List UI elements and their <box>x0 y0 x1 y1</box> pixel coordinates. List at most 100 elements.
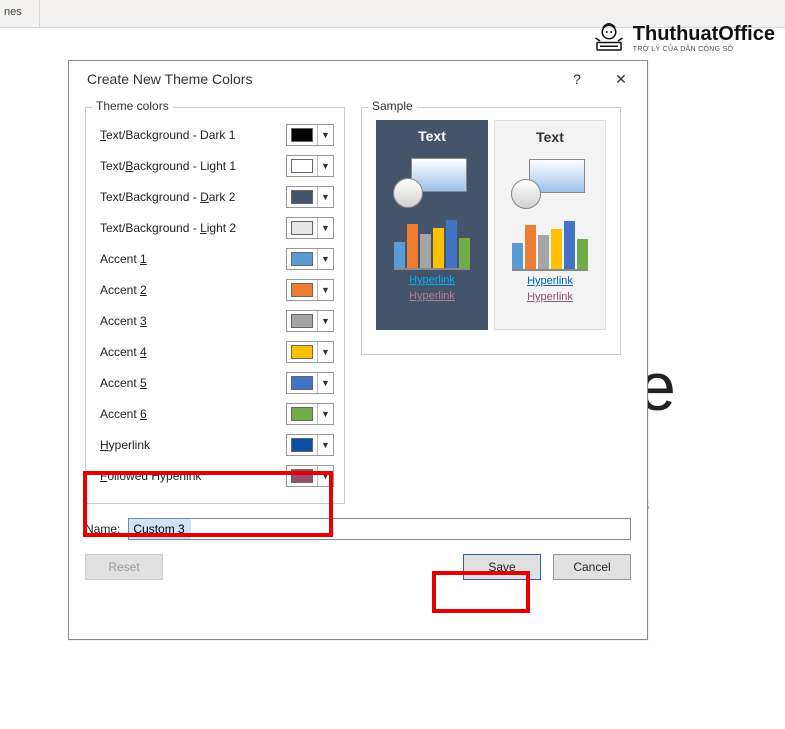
sample-bar <box>394 242 405 268</box>
theme-color-row: Accent 3 ▼ <box>96 307 334 335</box>
theme-color-label: Hyperlink <box>96 438 286 452</box>
color-picker-button[interactable]: ▼ <box>286 465 334 487</box>
sample-bar <box>459 238 470 268</box>
theme-color-label: Followed Hyperlink <box>96 469 286 483</box>
theme-color-label: Accent 1 <box>96 252 286 266</box>
color-swatch <box>291 159 313 173</box>
color-swatch <box>291 407 313 421</box>
theme-color-row: Text/Background - Dark 1 ▼ <box>96 121 334 149</box>
theme-color-row: Text/Background - Dark 2 ▼ <box>96 183 334 211</box>
dialog-title: Create New Theme Colors <box>87 71 555 87</box>
color-picker-button[interactable]: ▼ <box>286 155 334 177</box>
color-swatch <box>291 469 313 483</box>
dropdown-arrow-icon: ▼ <box>317 435 333 455</box>
dropdown-arrow-icon: ▼ <box>317 280 333 300</box>
sample-bar <box>407 224 418 268</box>
theme-color-row: Text/Background - Light 2 ▼ <box>96 214 334 242</box>
sample-card-light: Text Hyperlink Hyperlink <box>494 120 606 330</box>
help-button[interactable]: ? <box>555 64 599 94</box>
theme-color-label: Accent 6 <box>96 407 286 421</box>
sample-bar <box>525 225 536 269</box>
sample-title-light: Text <box>536 129 564 145</box>
sample-shapes-dark <box>387 152 477 208</box>
save-button[interactable]: Save <box>463 554 541 580</box>
color-swatch <box>291 190 313 204</box>
theme-color-row: Accent 6 ▼ <box>96 400 334 428</box>
color-swatch <box>291 438 313 452</box>
sample-followed-light: Hyperlink <box>527 291 573 303</box>
dropdown-arrow-icon: ▼ <box>317 125 333 145</box>
cancel-button[interactable]: Cancel <box>553 554 631 580</box>
dropdown-arrow-icon: ▼ <box>317 249 333 269</box>
watermark-logo: ThuthuatOffice TRỢ LÝ CỦA DÂN CÔNG SỞ <box>591 20 775 56</box>
sample-legend: Sample <box>368 99 417 113</box>
color-picker-button[interactable]: ▼ <box>286 372 334 394</box>
theme-color-label: Accent 2 <box>96 283 286 297</box>
sample-card-dark: Text Hyperlink Hyperlink <box>376 120 488 330</box>
theme-color-label: Text/Background - Dark 2 <box>96 190 286 204</box>
color-picker-button[interactable]: ▼ <box>286 434 334 456</box>
reset-button[interactable]: Reset <box>85 554 163 580</box>
dropdown-arrow-icon: ▼ <box>317 218 333 238</box>
theme-color-label: Accent 3 <box>96 314 286 328</box>
create-theme-colors-dialog: Create New Theme Colors ? ✕ Theme colors… <box>68 60 648 640</box>
theme-color-label: Accent 5 <box>96 376 286 390</box>
sample-hyperlink-light: Hyperlink <box>527 275 573 287</box>
theme-color-row: Hyperlink ▼ <box>96 431 334 459</box>
theme-color-row: Text/Background - Light 1▼ <box>96 152 334 180</box>
ribbon-tab-fragment: nes <box>0 0 40 28</box>
sample-bars-dark <box>394 216 470 270</box>
color-swatch <box>291 283 313 297</box>
name-label: Name: <box>85 522 120 536</box>
color-swatch <box>291 345 313 359</box>
dropdown-arrow-icon: ▼ <box>317 404 333 424</box>
sample-followed-dark: Hyperlink <box>409 290 455 302</box>
color-swatch <box>291 376 313 390</box>
theme-color-row: Accent 5 ▼ <box>96 369 334 397</box>
sample-title-dark: Text <box>418 128 446 144</box>
color-picker-button[interactable]: ▼ <box>286 403 334 425</box>
color-picker-button[interactable]: ▼ <box>286 248 334 270</box>
color-swatch <box>291 314 313 328</box>
sample-group: Sample Text Hyperlink Hyperlink Text <box>361 107 621 355</box>
color-picker-button[interactable]: ▼ <box>286 279 334 301</box>
dropdown-arrow-icon: ▼ <box>317 466 333 486</box>
theme-color-label: Text/Background - Light 1 <box>96 159 286 173</box>
sample-bar <box>564 221 575 269</box>
dialog-titlebar: Create New Theme Colors ? ✕ <box>69 61 647 97</box>
sample-shapes-light <box>505 153 595 209</box>
theme-colors-legend: Theme colors <box>92 99 173 113</box>
theme-color-label: Accent 4 <box>96 345 286 359</box>
close-button[interactable]: ✕ <box>599 64 643 94</box>
theme-color-row: Accent 1 ▼ <box>96 245 334 273</box>
sample-bar <box>433 228 444 268</box>
color-swatch <box>291 252 313 266</box>
sample-bar <box>512 243 523 269</box>
theme-color-row: Accent 2 ▼ <box>96 276 334 304</box>
color-picker-button[interactable]: ▼ <box>286 217 334 239</box>
sample-bar <box>538 235 549 269</box>
color-picker-button[interactable]: ▼ <box>286 310 334 332</box>
sample-bar <box>551 229 562 269</box>
color-picker-button[interactable]: ▼ <box>286 186 334 208</box>
theme-color-label: Text/Background - Light 2 <box>96 221 286 235</box>
theme-name-input[interactable] <box>128 518 631 540</box>
theme-color-row: Accent 4 ▼ <box>96 338 334 366</box>
sample-hyperlink-dark: Hyperlink <box>409 274 455 286</box>
theme-color-label: Text/Background - Dark 1 <box>96 128 286 142</box>
sample-bar <box>577 239 588 269</box>
color-swatch <box>291 128 313 142</box>
color-swatch <box>291 221 313 235</box>
dropdown-arrow-icon: ▼ <box>317 373 333 393</box>
sample-bar <box>446 220 457 268</box>
mascot-icon <box>591 20 627 56</box>
sample-bars-light <box>512 217 588 271</box>
theme-colors-group: Theme colors Text/Background - Dark 1▼Te… <box>85 107 345 504</box>
color-picker-button[interactable]: ▼ <box>286 341 334 363</box>
color-picker-button[interactable]: ▼ <box>286 124 334 146</box>
theme-color-row: Followed Hyperlink ▼ <box>96 462 334 490</box>
sample-bar <box>420 234 431 268</box>
dropdown-arrow-icon: ▼ <box>317 342 333 362</box>
dropdown-arrow-icon: ▼ <box>317 311 333 331</box>
dropdown-arrow-icon: ▼ <box>317 187 333 207</box>
